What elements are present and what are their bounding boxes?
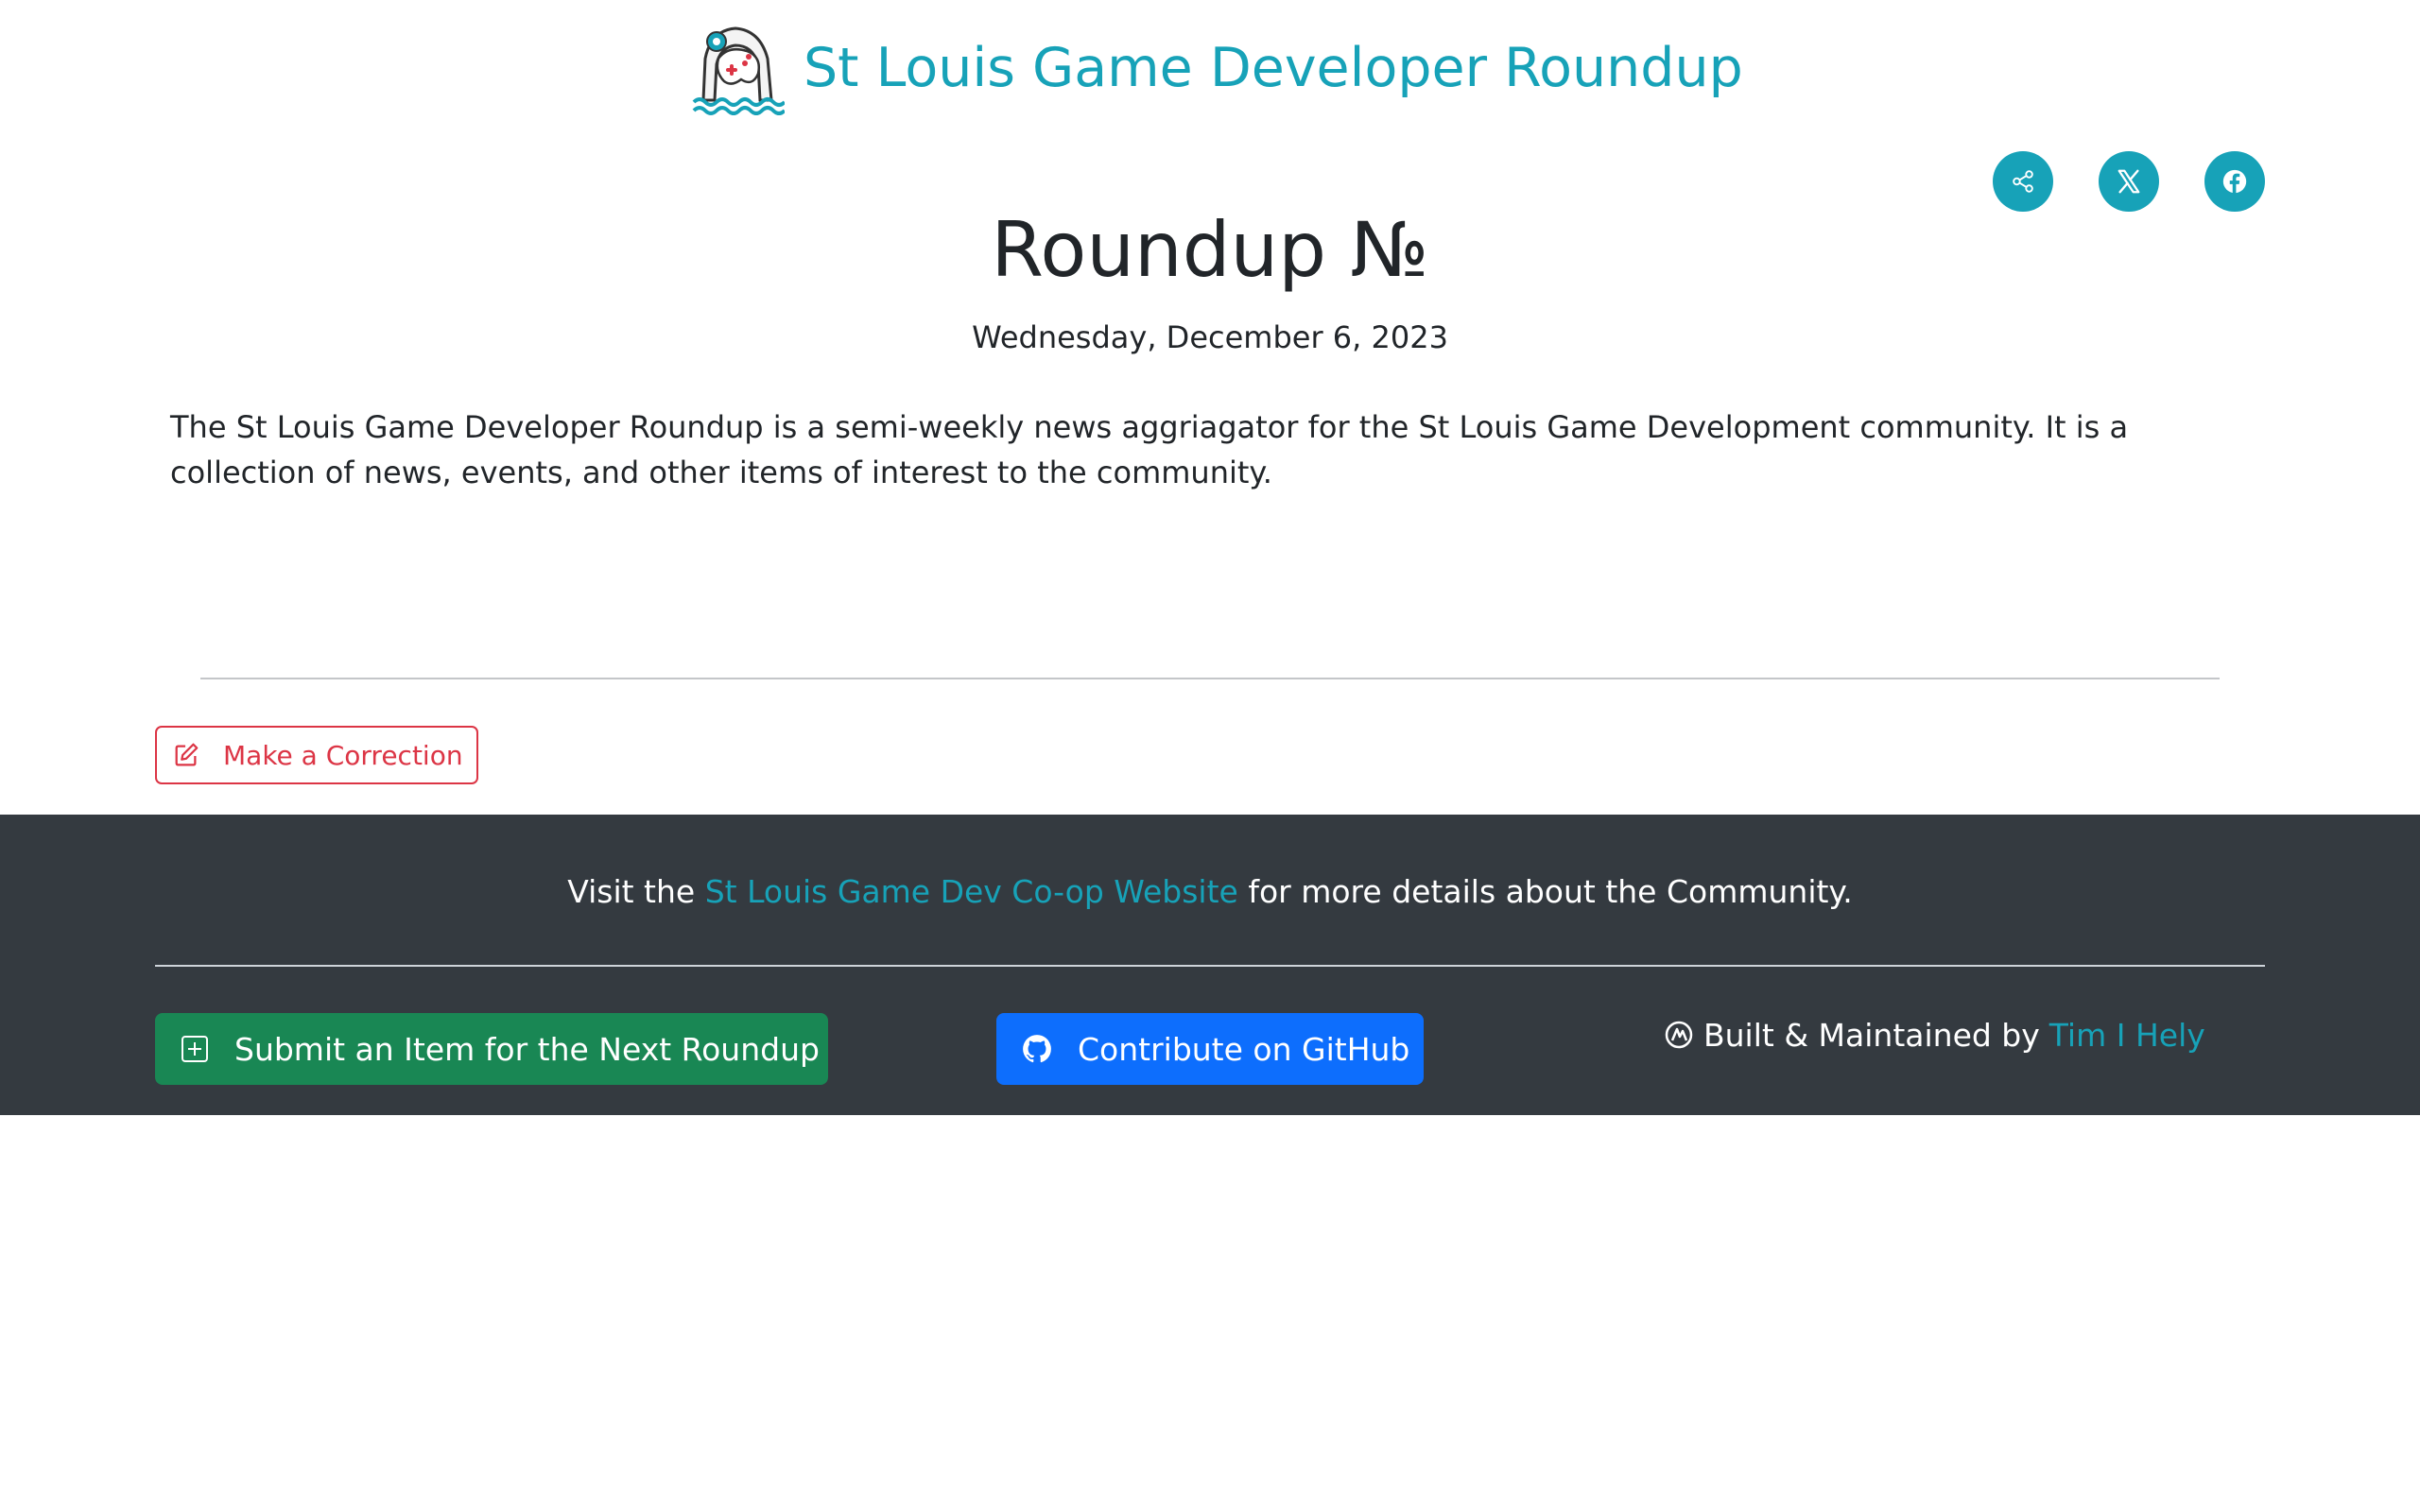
contribute-github-button[interactable]: Contribute on GitHub	[996, 1013, 1424, 1085]
author-logo-icon	[1665, 1021, 1693, 1049]
contribute-github-label: Contribute on GitHub	[1078, 1030, 1410, 1068]
brand-link[interactable]: St Louis Game Developer Roundup	[690, 21, 1743, 115]
submit-item-label: Submit an Item for the Next Roundup	[234, 1030, 820, 1068]
submit-item-button[interactable]: Submit an Item for the Next Roundup	[155, 1013, 828, 1085]
facebook-icon	[2222, 169, 2247, 195]
arch-controller-logo-icon	[692, 26, 785, 115]
intro-paragraph: The St Louis Game Developer Roundup is a…	[170, 409, 2129, 490]
site-title[interactable]: St Louis Game Developer Roundup	[804, 37, 1743, 99]
roundup-date: Wednesday, December 6, 2023	[972, 319, 1448, 355]
site-footer: Visit the St Louis Game Dev Co-op Websit…	[0, 815, 2420, 1115]
share-icon	[2013, 170, 2033, 193]
plus-square-icon	[182, 1036, 208, 1062]
site-header: St Louis Game Developer Roundup	[0, 0, 2420, 123]
author-link[interactable]: Tim I Hely	[2049, 1017, 2205, 1054]
footer-divider	[155, 965, 2265, 967]
built-by-prefix: Built & Maintained by	[1703, 1016, 2040, 1054]
make-correction-button[interactable]: Make a Correction	[155, 726, 478, 784]
page-title: Roundup №	[991, 206, 1429, 294]
share-button[interactable]	[1993, 151, 2053, 212]
built-by: Built & Maintained by Tim I Hely	[1664, 1013, 2205, 1057]
content-divider	[200, 678, 2220, 679]
github-icon	[1023, 1035, 1051, 1063]
coop-website-link[interactable]: St Louis Game Dev Co-op Website	[705, 873, 1238, 910]
edit-icon	[175, 743, 199, 766]
x-twitter-icon	[2118, 169, 2140, 194]
footer-visit-text: Visit the St Louis Game Dev Co-op Websit…	[0, 873, 2420, 910]
share-facebook-button[interactable]	[2204, 151, 2265, 212]
visit-prefix: Visit the	[567, 873, 696, 910]
make-correction-label: Make a Correction	[223, 739, 463, 771]
visit-suffix: for more details about the Community.	[1248, 873, 1853, 910]
share-x-button[interactable]	[2099, 151, 2159, 212]
